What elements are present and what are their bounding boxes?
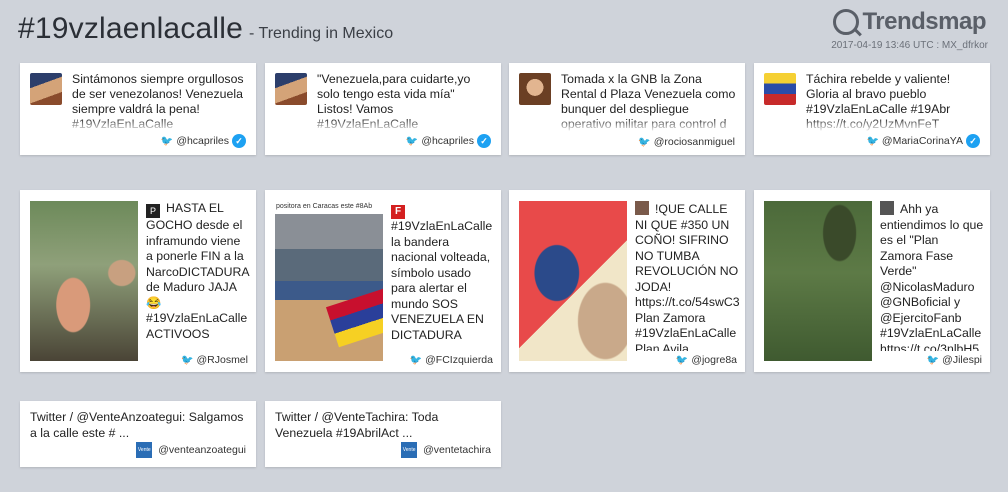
source-icon <box>635 201 649 215</box>
tweet-author[interactable]: 🐦 @hcapriles ✓ <box>406 134 491 148</box>
twitter-bird-icon: 🐦 <box>409 354 423 366</box>
link-title: Twitter / @VenteTachira: Toda Venezuela … <box>275 410 439 440</box>
tweet-image[interactable] <box>519 201 627 361</box>
author-handle: @FCIzquierda <box>425 354 493 366</box>
tweet-image[interactable] <box>30 201 138 361</box>
tweet-card[interactable]: Sintámonos siempre orgullosos de ser ven… <box>20 63 256 155</box>
author-handle: @MariaCorinaYA <box>881 135 963 147</box>
avatar <box>764 73 796 105</box>
verified-icon: ✓ <box>477 134 491 148</box>
tweet-author[interactable]: 🐦 @RJosmel <box>177 354 248 366</box>
avatar <box>519 73 551 105</box>
tweet-card[interactable]: "Venezuela,para cuidarte,yo solo tengo e… <box>265 63 501 155</box>
tweet-text: P HASTA EL GOCHO desde el inframundo vien… <box>146 201 250 351</box>
flag-image <box>325 288 383 348</box>
source-icon: F <box>391 205 405 219</box>
verified-icon: ✓ <box>966 134 980 148</box>
tweet-body: #19VzlaEnLaCalle la bandera nacional vol… <box>391 219 493 342</box>
tweet-body: HASTA EL GOCHO desde el inframundo viene… <box>146 201 249 341</box>
link-card[interactable]: Twitter / @VenteAnzoategui: Salgamos a l… <box>20 401 256 467</box>
twitter-bird-icon: 🐦 <box>866 135 879 147</box>
link-title: Twitter / @VenteAnzoategui: Salgamos a l… <box>30 410 244 440</box>
tweet-author[interactable]: 🐦 @rociosanmiguel <box>638 136 735 148</box>
author-handle: @hcapriles <box>176 135 229 147</box>
tweet-text: "Venezuela,para cuidarte,yo solo tengo e… <box>317 72 493 132</box>
tweet-text: Tomada x la GNB la Zona Rental d Plaza V… <box>561 72 737 132</box>
source-icon: P <box>146 204 160 218</box>
avatar <box>30 73 62 105</box>
twitter-bird-icon: 🐦 <box>638 136 651 148</box>
twitter-bird-icon: 🐦 <box>405 135 419 147</box>
tweet-author[interactable]: 🐦 @jogre8a <box>671 354 737 366</box>
author-handle: @jogre8a <box>691 354 737 366</box>
link-author[interactable]: Vente @ventetachira <box>401 442 491 458</box>
image-caption: positora en Caracas este #8Ab <box>276 203 373 210</box>
tweet-author[interactable]: 🐦 @Jilespi <box>922 354 982 366</box>
media-tweet-card[interactable]: Ahh ya entiendimos lo que es el "Plan Za… <box>754 190 990 372</box>
media-tweet-card[interactable]: !QUE CALLE NI QUE #350 UN COÑO! SIFRINO … <box>509 190 745 372</box>
tweet-card[interactable]: Tomada x la GNB la Zona Rental d Plaza V… <box>509 63 745 155</box>
tweet-author[interactable]: 🐦 @MariaCorinaYA ✓ <box>866 134 980 148</box>
trendsmap-logo-icon <box>833 9 860 35</box>
author-handle: @venteanzoategui <box>158 444 246 456</box>
tweet-image[interactable]: positora en Caracas este #8Ab <box>275 201 383 361</box>
twitter-bird-icon: 🐦 <box>160 135 174 147</box>
trendsmap-logo[interactable]: Trendsmap <box>833 8 986 36</box>
tweet-text: Ahh ya entiendimos lo que es el "Plan Za… <box>880 201 984 351</box>
link-author[interactable]: Vente @venteanzoategui <box>136 442 246 458</box>
tweet-body: Ahh ya entiendimos lo que es el "Plan Za… <box>880 202 984 351</box>
avatar <box>275 73 307 105</box>
tweet-text: !QUE CALLE NI QUE #350 UN COÑO! SIFRINO … <box>635 201 739 351</box>
tweet-author[interactable]: 🐦 @hcapriles ✓ <box>161 134 246 148</box>
page-subtitle: - Trending in Mexico <box>249 25 394 42</box>
tweet-text: Sintámonos siempre orgullosos de ser ven… <box>72 72 248 132</box>
tweet-card[interactable]: Táchira rebelde y valiente! Gloria al br… <box>754 63 990 155</box>
tweet-body: !QUE CALLE NI QUE #350 UN COÑO! SIFRINO … <box>635 202 739 351</box>
tweet-text: F#19VzlaEnLaCalle la bandera nacional vo… <box>391 201 495 351</box>
author-handle: @ventetachira <box>423 444 491 456</box>
link-card[interactable]: Twitter / @VenteTachira: Toda Venezuela … <box>265 401 501 467</box>
tweet-text: Táchira rebelde y valiente! Gloria al br… <box>806 72 982 132</box>
twitter-bird-icon: 🐦 <box>181 354 194 366</box>
author-handle: @Jilespi <box>942 354 982 366</box>
tweet-image[interactable] <box>764 201 872 361</box>
tweet-author[interactable]: 🐦 @FCIzquierda <box>405 354 493 366</box>
twitter-bird-icon: 🐦 <box>926 354 940 366</box>
author-handle: @hcapriles <box>421 135 474 147</box>
source-icon <box>880 201 894 215</box>
brand-name: Trendsmap <box>862 8 986 35</box>
media-tweet-card[interactable]: P HASTA EL GOCHO desde el inframundo vien… <box>20 190 256 372</box>
media-tweet-card[interactable]: positora en Caracas este #8Ab F#19VzlaEn… <box>265 190 501 372</box>
timestamp: 2017-04-19 13:46 UTC : MX_dfrkor <box>831 40 988 51</box>
page-title: #19vzlaenlacalle <box>18 12 244 45</box>
page-header: #19vzlaenlacalle - Trending in Mexico <box>18 12 393 46</box>
author-handle: @rociosanmiguel <box>653 136 735 148</box>
vente-favicon-icon: Vente <box>136 442 153 458</box>
twitter-bird-icon: 🐦 <box>675 354 689 366</box>
verified-icon: ✓ <box>232 134 246 148</box>
author-handle: @RJosmel <box>196 354 248 366</box>
vente-favicon-icon: Vente <box>401 442 418 458</box>
